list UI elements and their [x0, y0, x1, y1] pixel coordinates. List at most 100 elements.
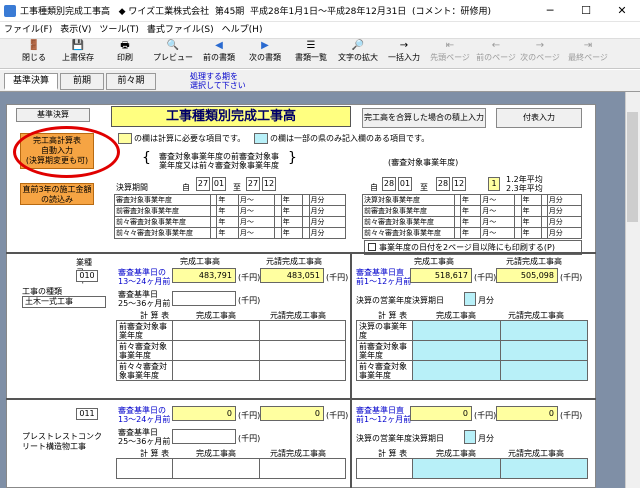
r-unit-label-2: (千円)	[560, 273, 583, 282]
r-prime-amount-field-2[interactable]: 0	[496, 406, 558, 421]
r-calc-prime-cell[interactable]	[499, 360, 588, 381]
close-doc-button[interactable]: 🚪 閉じる	[18, 40, 50, 68]
joint-input-button[interactable]: 完工高を合算した場合の積上入力	[362, 108, 486, 128]
to-month-field[interactable]: 12	[262, 177, 276, 191]
attachment-input-button[interactable]: 付表入力	[496, 108, 582, 128]
r-base-line-2: 前1～12ヶ月前	[356, 415, 412, 424]
menu-file[interactable]: ファイル(F)	[0, 22, 56, 39]
row-divider	[6, 398, 596, 400]
unit-label-2: (千円)	[326, 273, 349, 282]
work-type-name-2[interactable]: プレストレストコンクリート構造物工事	[22, 432, 106, 452]
from-month-field[interactable]: 01	[212, 177, 226, 191]
load-prev-line-2: の読込み	[41, 195, 73, 204]
r-unit-label-3: (千円)	[474, 411, 497, 420]
r-calc-prime-cell[interactable]	[499, 320, 588, 341]
calc-total-cell[interactable]	[172, 320, 260, 341]
from-year-field[interactable]: 27	[196, 177, 210, 191]
calc-prime-cell[interactable]	[258, 360, 346, 381]
preview-button[interactable]: 🔍 プレビュー	[150, 40, 196, 68]
minimize-button[interactable]: ─	[532, 0, 568, 22]
menu-tools[interactable]: ツール(T)	[95, 22, 143, 39]
r-total-amount-field[interactable]: 518,617	[410, 268, 472, 283]
doc-list-button[interactable]: ☰ 書類一覧	[288, 40, 334, 68]
col-total-header: 完成工事高	[180, 257, 220, 266]
unit-from: 月〜	[480, 205, 516, 217]
print-dates-label: 事業年度の日付を2ページ目以降にも印刷する(P)	[379, 243, 555, 252]
gyoshu-code-field[interactable]: 010	[76, 270, 98, 282]
calc-total-cell[interactable]	[172, 340, 260, 361]
close-window-button[interactable]: ✕	[604, 0, 640, 22]
menu-help[interactable]: ヘルプ(H)	[218, 22, 267, 39]
average-selector[interactable]: 1	[488, 177, 500, 191]
base2-amount-field-2[interactable]	[172, 429, 236, 444]
gyoshu-code-field-2[interactable]: 011	[76, 408, 98, 420]
base-period-line-2: 13～24ヶ月前	[118, 415, 171, 424]
r-calc-prime-cell[interactable]	[499, 340, 588, 361]
r-from-month-field[interactable]: 01	[398, 177, 412, 191]
tab-prev-prev-period[interactable]: 前々期	[106, 73, 156, 90]
prev-page-button[interactable]: ← 前のページ	[474, 40, 518, 68]
calc-prime-cell[interactable]	[258, 320, 346, 341]
r-calc-total-cell[interactable]	[412, 360, 501, 381]
unit-year: 年	[460, 227, 482, 239]
unit-year: 年	[216, 216, 239, 228]
menu-format-file[interactable]: 書式ファイル(S)	[143, 22, 218, 39]
next-page-button[interactable]: → 次のページ	[518, 40, 562, 68]
save-button[interactable]: 💾 上書保存	[58, 40, 98, 68]
r-period-field-2[interactable]	[464, 430, 476, 444]
r-calc-row-line: 事業年度	[359, 370, 391, 380]
calc-prime-cell[interactable]	[258, 340, 346, 361]
print-button[interactable]: 🖶 印刷	[110, 40, 140, 68]
to-year-field[interactable]: 27	[246, 177, 260, 191]
unit-months: 月分	[308, 227, 347, 239]
base2-amount-field[interactable]	[172, 291, 236, 306]
unit-year: 年	[520, 194, 542, 206]
prime-amount-field-2[interactable]: 0	[260, 406, 324, 421]
base-settlement-button[interactable]: 基準決算	[16, 108, 90, 122]
menu-view[interactable]: 表示(V)	[56, 22, 95, 39]
calc-table-right: 決算の事業年度 前審査対象事 業年度 前々審査対象 事業年度	[356, 320, 588, 381]
load-prev-years-button[interactable]: 直前3年の施工金額 の読込み	[20, 183, 94, 205]
total-amount-field-2[interactable]: 0	[172, 406, 236, 421]
first-page-button[interactable]: ⇤ 先頭ページ	[426, 40, 474, 68]
r-calc-prime-cell[interactable]	[499, 458, 588, 479]
r-unit-label-4: (千円)	[560, 411, 583, 420]
calc-total-cell[interactable]	[172, 360, 260, 381]
work-type-name[interactable]: 土木一式工事	[22, 296, 106, 308]
next-doc-button[interactable]: ▶ 次の書類	[242, 40, 288, 68]
r-prime-amount-field[interactable]: 505,098	[496, 268, 558, 283]
unit-year: 年	[460, 205, 482, 217]
last-page-button[interactable]: ⇥ 最終ページ	[562, 40, 614, 68]
prev-doc-button[interactable]: ◀ 前の書類	[196, 40, 242, 68]
r-calc-row-label	[356, 458, 413, 479]
r-calc-total-cell[interactable]	[412, 340, 501, 361]
checkbox-box[interactable]	[368, 243, 376, 251]
calc-prime-cell[interactable]	[258, 458, 346, 479]
tab-prev-period[interactable]: 前期	[60, 73, 104, 90]
r-col-prime-header: 元請完成工事高	[506, 257, 562, 266]
r-to-label: 至	[420, 183, 428, 192]
unit-months: 月分	[546, 194, 583, 206]
tab-base-settlement[interactable]: 基準決算	[4, 73, 58, 90]
scrollbar-thumb[interactable]	[627, 112, 638, 222]
close-door-icon: 🚪	[27, 40, 41, 51]
total-amount-field[interactable]: 483,791	[172, 268, 236, 283]
maximize-button[interactable]: ☐	[568, 0, 604, 22]
r-calc-total-cell[interactable]	[412, 320, 501, 341]
bulk-input-button[interactable]: → 一括入力	[384, 40, 424, 68]
unit-year: 年	[460, 194, 482, 206]
unit-year: 年	[520, 216, 542, 228]
average-options: 1.2年平均 2.3年平均	[506, 175, 543, 193]
r-total-amount-field-2[interactable]: 0	[410, 406, 472, 421]
r-calc-row-label: 前々審査対象 事業年度	[356, 360, 413, 381]
zoom-text-button[interactable]: 🔎 文字の拡大	[334, 40, 382, 68]
r-from-year-field[interactable]: 28	[382, 177, 396, 191]
r-period-field[interactable]	[464, 292, 476, 306]
r-to-year-field[interactable]: 28	[436, 177, 450, 191]
r-to-month-field[interactable]: 12	[452, 177, 466, 191]
prime-amount-field[interactable]: 483,051	[260, 268, 324, 283]
unit-year: 年	[460, 216, 482, 228]
r-calc-total-cell[interactable]	[412, 458, 501, 479]
calc-total-cell[interactable]	[172, 458, 260, 479]
first-page-label: 先頭ページ	[430, 53, 470, 62]
